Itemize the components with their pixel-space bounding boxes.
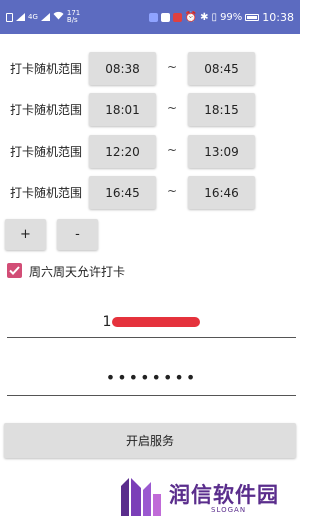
row-label: 打卡随机范围 xyxy=(10,62,83,76)
watermark: 润信软件园 SLOGAN xyxy=(119,476,295,518)
wifi-icon xyxy=(53,11,64,23)
password-value: •••••••• xyxy=(105,368,198,387)
watermark-logo-icon xyxy=(121,478,161,516)
alarm-icon: ⏰ xyxy=(184,11,198,23)
network-speed: 171 B/s xyxy=(66,9,81,24)
range-separator: ~ xyxy=(167,143,178,157)
start-time-button[interactable]: 12:20 xyxy=(89,135,156,168)
network-type: 4G xyxy=(28,12,38,21)
range-separator: ~ xyxy=(167,184,178,198)
end-time-button[interactable]: 18:15 xyxy=(188,93,255,126)
status-time: 10:38 xyxy=(262,10,294,24)
start-time-button[interactable]: 08:38 xyxy=(89,52,156,85)
start-time-button[interactable]: 18:01 xyxy=(89,93,156,126)
range-separator: ~ xyxy=(167,60,178,74)
row-label: 打卡随机范围 xyxy=(10,186,83,200)
signal-icon-2 xyxy=(40,13,50,21)
app-notification-icon-3 xyxy=(172,12,182,22)
add-range-button[interactable]: + xyxy=(5,219,46,250)
row-label: 打卡随机范围 xyxy=(10,145,83,159)
redaction-mark xyxy=(112,317,201,327)
password-field[interactable]: •••••••• xyxy=(7,366,296,396)
end-time-button[interactable]: 13:09 xyxy=(188,135,255,168)
weekend-checkbox-label: 周六周天允许打卡 xyxy=(29,265,126,279)
start-service-button[interactable]: 开启服务 xyxy=(4,423,296,458)
account-field[interactable]: 1 xyxy=(7,308,296,338)
time-range-row: 打卡随机范围 18:01 ~ 18:15 xyxy=(0,93,300,126)
time-range-row: 打卡随机范围 12:20 ~ 13:09 xyxy=(0,135,300,168)
vibrate-icon: ▯ xyxy=(211,11,218,23)
range-separator: ~ xyxy=(167,101,178,115)
weekend-checkbox[interactable] xyxy=(7,263,22,278)
checkmark-icon xyxy=(9,266,20,275)
battery-icon xyxy=(245,13,260,21)
app-notification-icon-2 xyxy=(160,12,170,22)
sim-icon xyxy=(6,12,13,22)
app-notification-icon xyxy=(148,12,158,22)
row-label: 打卡随机范围 xyxy=(10,103,83,117)
remove-range-button[interactable]: - xyxy=(57,219,98,250)
time-range-row: 打卡随机范围 08:38 ~ 08:45 xyxy=(0,52,300,85)
watermark-slogan: SLOGAN xyxy=(211,506,247,514)
time-range-row: 打卡随机范围 16:45 ~ 16:46 xyxy=(0,176,300,209)
status-bar: 4G 171 B/s ⏰ ✱ ▯ 99% 10:38 xyxy=(0,0,300,34)
watermark-name: 润信软件园 xyxy=(169,483,279,507)
signal-icon xyxy=(16,13,25,21)
end-time-button[interactable]: 08:45 xyxy=(188,52,255,85)
bluetooth-icon: ✱ xyxy=(200,11,209,23)
battery-percent: 99% xyxy=(220,11,243,23)
end-time-button[interactable]: 16:46 xyxy=(188,176,255,209)
start-time-button[interactable]: 16:45 xyxy=(89,176,156,209)
account-value: 1 xyxy=(102,314,112,330)
